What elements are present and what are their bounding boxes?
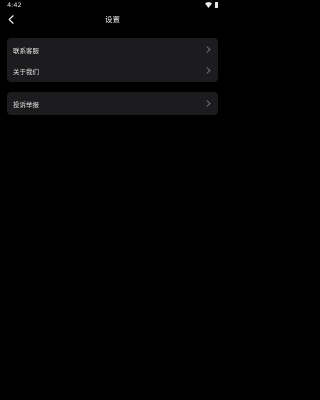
row-label: 投诉举报: [13, 100, 39, 109]
contact-support-row[interactable]: 联系客服: [7, 39, 218, 60]
settings-group-1: 联系客服 关于我们: [7, 38, 218, 82]
chevron-right-icon: [206, 67, 211, 74]
about-us-row[interactable]: 关于我们: [7, 60, 218, 81]
chevron-right-icon: [206, 100, 211, 107]
page-title: 设置: [105, 15, 120, 24]
battery-icon: [215, 2, 218, 8]
wifi-icon: [205, 2, 212, 8]
row-label: 关于我们: [13, 67, 39, 76]
settings-group-2: 投诉举报: [7, 92, 218, 115]
row-label: 联系客服: [13, 46, 39, 55]
complaint-report-row[interactable]: 投诉举报: [7, 92, 218, 115]
nav-bar: 设置: [0, 10, 225, 28]
status-time: 4:42: [7, 1, 22, 9]
chevron-right-icon: [206, 46, 211, 53]
status-bar: 4:42: [0, 0, 225, 10]
